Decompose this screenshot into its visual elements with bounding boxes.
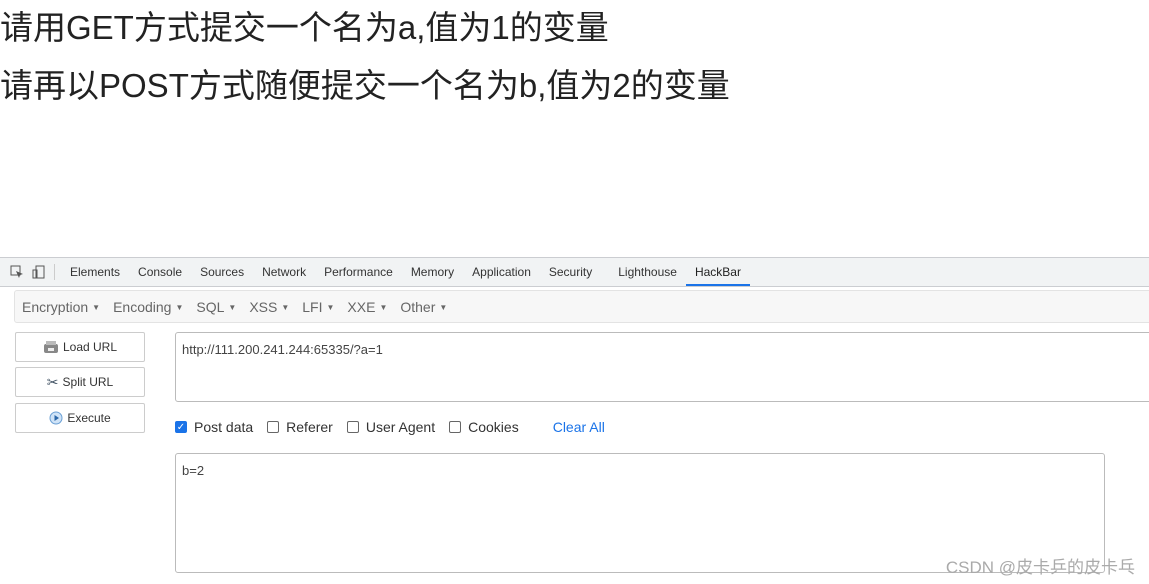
- hackbar-menubar: Encryption ▼ Encoding ▼ SQL ▼ XSS ▼ LFI ▼ XXE ▼ Othe…: [14, 290, 1149, 323]
- clear-all-link[interactable]: Clear All: [553, 419, 605, 435]
- tab-sources[interactable]: Sources: [191, 258, 253, 286]
- option-label: Referer: [286, 419, 333, 435]
- split-url-button[interactable]: ✂ Split URL: [15, 367, 145, 397]
- caret-down-icon: ▼: [228, 303, 237, 313]
- option-label: Cookies: [468, 419, 519, 435]
- inspect-element-icon[interactable]: [10, 265, 24, 279]
- tab-memory[interactable]: Memory: [402, 258, 463, 286]
- menu-label: XSS: [249, 298, 278, 315]
- scissors-icon: ✂: [46, 373, 59, 390]
- menu-other[interactable]: Other ▼: [393, 299, 453, 315]
- option-label: User Agent: [365, 419, 436, 435]
- caret-down-icon: ▼: [92, 303, 101, 313]
- play-icon: [49, 411, 63, 425]
- tab-network[interactable]: Network: [253, 258, 315, 286]
- menu-label: SQL: [196, 298, 225, 315]
- caret-down-icon: ▼: [439, 303, 448, 313]
- menu-encoding[interactable]: Encoding ▼: [106, 299, 189, 315]
- load-url-icon: [43, 341, 58, 353]
- menu-label: XXE: [347, 298, 376, 315]
- option-label: Post data: [194, 419, 254, 435]
- tab-security[interactable]: Security: [540, 258, 601, 286]
- execute-label: Execute: [67, 411, 111, 425]
- menu-lfi[interactable]: LFI ▼: [295, 299, 340, 315]
- instruction-get: 请用GET方式提交一个名为a,值为1的变量: [0, 9, 609, 46]
- tab-performance[interactable]: Performance: [315, 258, 402, 286]
- watermark: CSDN @皮卡乒的皮卡乓: [945, 558, 1135, 577]
- options-row: ✓ Post data Referer User Agent Cookies Clear …: [175, 419, 605, 435]
- option-post-data[interactable]: ✓ Post data: [175, 419, 253, 435]
- menu-xss[interactable]: XSS ▼: [242, 299, 295, 315]
- devtools-tabbar: Elements Console Sources Network Performance…: [0, 257, 1149, 287]
- menu-label: Encryption: [22, 298, 89, 315]
- checkbox[interactable]: [449, 421, 462, 433]
- tab-lighthouse[interactable]: Lighthouse: [609, 258, 686, 286]
- load-url-button[interactable]: Load URL: [15, 332, 145, 362]
- option-cookies[interactable]: Cookies: [449, 419, 519, 435]
- menu-sql[interactable]: SQL ▼: [189, 299, 242, 315]
- caret-down-icon: ▼: [281, 303, 290, 313]
- menu-xxe[interactable]: XXE ▼: [340, 299, 393, 315]
- option-user-agent[interactable]: User Agent: [346, 419, 436, 435]
- menu-label: Other: [400, 298, 436, 315]
- checkbox[interactable]: [346, 421, 359, 433]
- tab-application[interactable]: Application: [463, 258, 540, 286]
- checkbox[interactable]: ✓: [175, 421, 187, 433]
- caret-down-icon: ▼: [379, 303, 388, 313]
- menu-encryption[interactable]: Encryption ▼: [15, 299, 106, 315]
- checkbox[interactable]: [267, 421, 280, 433]
- option-referer[interactable]: Referer: [267, 419, 333, 435]
- url-textarea[interactable]: http://111.200.241.244:65335/?a=1: [175, 332, 1149, 402]
- tab-elements[interactable]: Elements: [61, 258, 129, 286]
- split-url-label: Split URL: [62, 375, 114, 389]
- caret-down-icon: ▼: [326, 303, 335, 313]
- load-url-label: Load URL: [62, 340, 118, 354]
- menu-label: LFI: [302, 298, 323, 315]
- device-toggle-icon[interactable]: [32, 265, 46, 279]
- tab-hackbar[interactable]: HackBar: [685, 258, 750, 286]
- caret-down-icon: ▼: [175, 303, 184, 313]
- execute-button[interactable]: Execute: [15, 403, 145, 433]
- divider: [54, 264, 55, 280]
- instruction-post: 请再以POST方式随便提交一个名为b,值为2的变量: [0, 67, 730, 104]
- tab-console[interactable]: Console: [129, 258, 191, 286]
- menu-label: Encoding: [113, 298, 172, 315]
